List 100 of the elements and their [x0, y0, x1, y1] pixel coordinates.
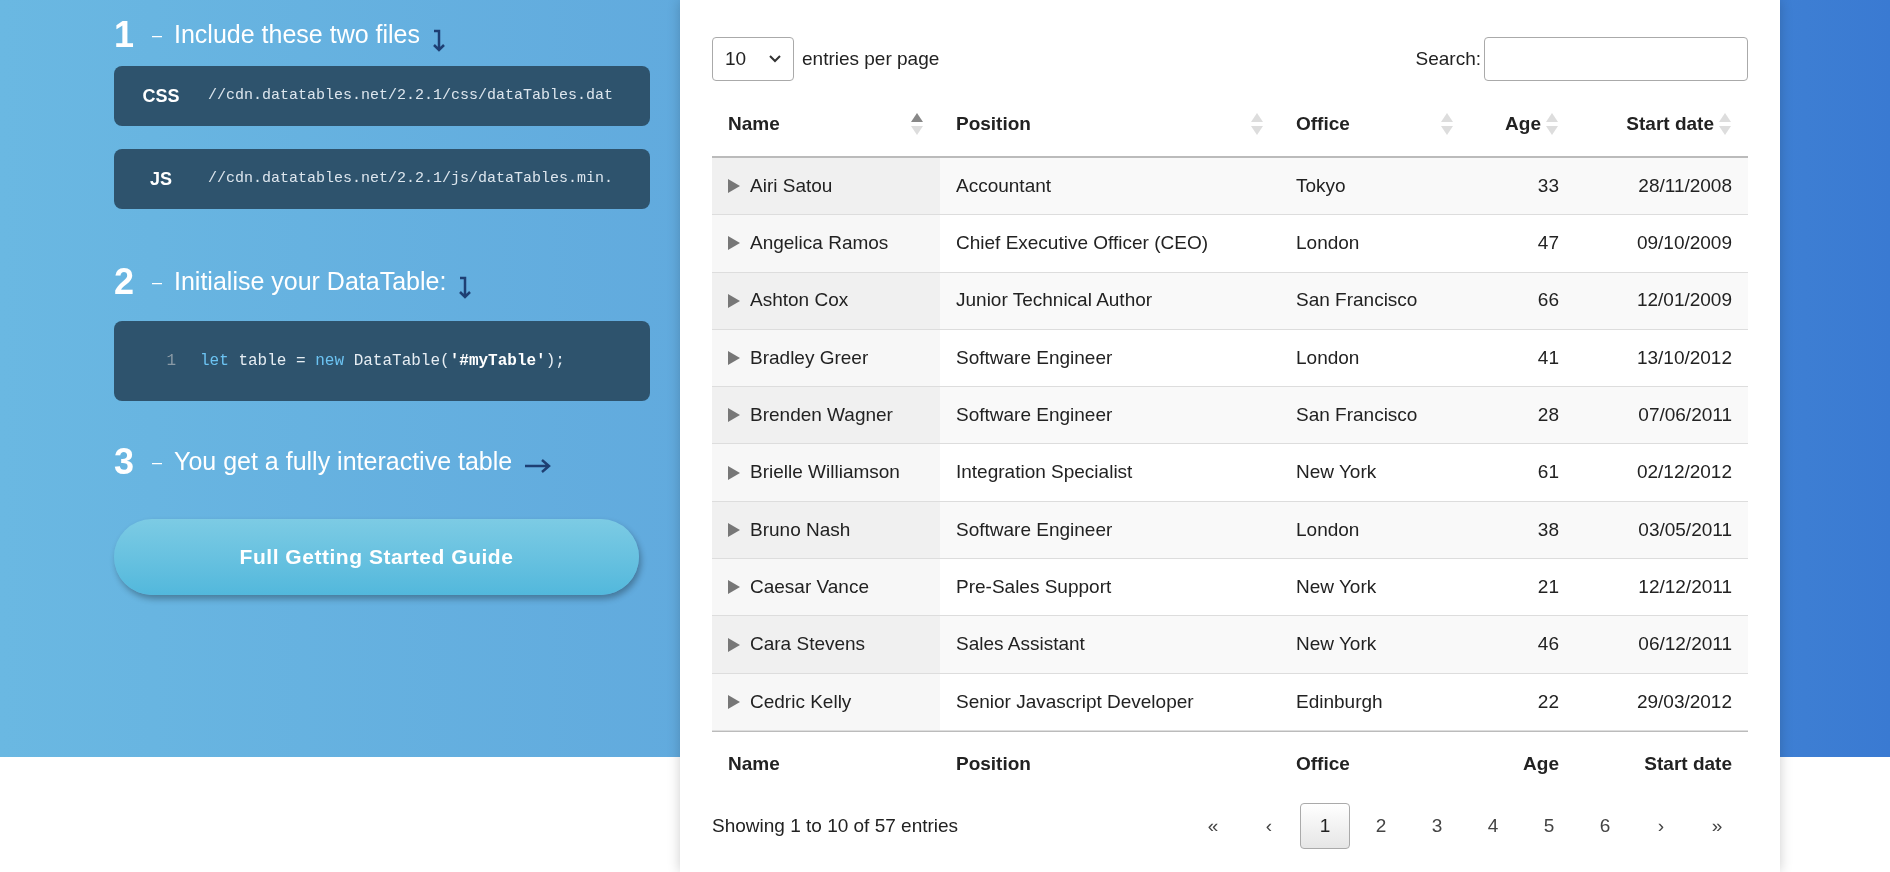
table-cell-text: 02/12/2012 — [1636, 460, 1732, 485]
column-footer: Office — [1296, 750, 1350, 779]
chevron-down-icon — [769, 55, 781, 63]
column-footer: Age — [1523, 750, 1559, 779]
table-cell-text: 33 — [1537, 173, 1559, 198]
page-length-label: entries per page — [802, 46, 940, 71]
down-arrow-icon — [458, 276, 473, 300]
column-header[interactable]: Position — [940, 92, 1280, 156]
step-dash: – — [152, 23, 162, 47]
column-footer: Position — [956, 750, 1031, 779]
table-cell-text: 66 — [1537, 288, 1559, 313]
file-type-label: CSS — [141, 84, 181, 108]
table-cell-text: Software Engineer — [956, 403, 1113, 428]
step-dash: – — [152, 450, 162, 474]
table-cell-text: New York — [1296, 460, 1377, 485]
pagination-button[interactable]: › — [1636, 802, 1686, 849]
expand-triangle-icon[interactable] — [728, 351, 740, 366]
table-cell-text: 47 — [1537, 231, 1559, 256]
pagination-button[interactable]: 5 — [1524, 802, 1574, 849]
right-arrow-icon — [524, 458, 553, 474]
pagination-button[interactable]: « — [1188, 802, 1238, 849]
step-title: Include these two files — [174, 19, 420, 51]
table-cell-text: 07/06/2011 — [1638, 403, 1732, 428]
table-cell-text: Pre-Sales Support — [956, 574, 1112, 599]
column-header[interactable]: Office — [1280, 92, 1470, 156]
table-cell-text: Cedric Kelly — [750, 689, 852, 714]
table-cell-text: San Francisco — [1296, 288, 1418, 313]
table-cell-text: Angelica Ramos — [750, 231, 889, 256]
pagination-button[interactable]: ‹ — [1244, 802, 1294, 849]
table-cell-text: 12/01/2009 — [1636, 288, 1732, 313]
table-cell-text: Ashton Cox — [750, 288, 849, 313]
table-cell-text: London — [1296, 345, 1360, 370]
table-cell-text: 22 — [1537, 689, 1559, 714]
step-number: 1 — [114, 13, 136, 57]
pagination-button[interactable]: 1 — [1300, 802, 1350, 849]
table-cell-text: 46 — [1537, 632, 1559, 657]
table-cell-text: New York — [1296, 632, 1377, 657]
table-cell-text: Junior Technical Author — [956, 288, 1153, 313]
table-cell-text: New York — [1296, 574, 1377, 599]
expand-triangle-icon[interactable] — [728, 408, 740, 423]
table-cell-text: 28 — [1537, 403, 1559, 428]
table-cell-text: Edinburgh — [1296, 689, 1383, 714]
table-cell-text: 12/12/2011 — [1638, 574, 1732, 599]
down-arrow-icon — [432, 29, 446, 53]
step-number: 2 — [114, 260, 136, 304]
table-cell-text: Caesar Vance — [750, 574, 869, 599]
table-cell-text: 61 — [1537, 460, 1559, 485]
expand-triangle-icon[interactable] — [728, 293, 740, 308]
expand-triangle-icon[interactable] — [728, 580, 740, 595]
cdn-url: //cdn.datatables.net/2.2.1/css/dataTables.dat — [208, 85, 614, 106]
pagination-button[interactable]: » — [1692, 802, 1742, 849]
expand-triangle-icon[interactable] — [728, 522, 740, 537]
table-cell-text: 38 — [1537, 517, 1559, 542]
pagination-button[interactable]: 4 — [1468, 802, 1518, 849]
code-line: let table = new DataTable('#myTable'); — [200, 351, 565, 372]
pagination-button[interactable]: 2 — [1356, 802, 1406, 849]
expand-triangle-icon[interactable] — [728, 694, 740, 709]
expand-triangle-icon[interactable] — [728, 179, 740, 194]
table-info: Showing 1 to 10 of 57 entries — [712, 813, 959, 838]
column-header[interactable]: Start date — [1575, 92, 1748, 156]
table-cell-text: London — [1296, 231, 1360, 256]
column-footer: Name — [728, 750, 780, 779]
expand-triangle-icon[interactable] — [728, 637, 740, 652]
pagination-button[interactable]: 3 — [1412, 802, 1462, 849]
file-type-label: JS — [149, 167, 173, 191]
table-cell-text: 41 — [1537, 345, 1559, 370]
table-cell-text: 06/12/2011 — [1638, 632, 1732, 657]
expand-triangle-icon[interactable] — [728, 236, 740, 251]
line-number: 1 — [165, 351, 177, 372]
step-number: 3 — [114, 440, 136, 484]
table-cell-text: Bruno Nash — [750, 517, 851, 542]
column-header[interactable]: Name — [712, 92, 940, 156]
table-cell-text: San Francisco — [1296, 403, 1418, 428]
cdn-url: //cdn.datatables.net/2.2.1/js/dataTables.min. — [208, 168, 614, 189]
table-cell-text: Software Engineer — [956, 517, 1113, 542]
pagination-button[interactable]: 6 — [1580, 802, 1630, 849]
page-length-select[interactable]: 10 — [712, 37, 794, 81]
table-cell-text: 28/11/2008 — [1638, 173, 1732, 198]
table-cell-text: 29/03/2012 — [1636, 689, 1732, 714]
search-label: Search: — [1415, 46, 1481, 71]
table-cell-text: Airi Satou — [750, 173, 833, 198]
table-cell-text: Accountant — [956, 173, 1052, 198]
step-dash: – — [152, 270, 162, 294]
table-cell-text: London — [1296, 517, 1360, 542]
table-cell-text: Software Engineer — [956, 345, 1113, 370]
table-cell-text: 21 — [1537, 574, 1559, 599]
table-cell-text: Senior Javascript Developer — [956, 689, 1194, 714]
table-cell-text: Bradley Greer — [750, 345, 869, 370]
table-cell-text: Sales Assistant — [956, 632, 1085, 657]
step-title: You get a fully interactive table — [174, 446, 513, 478]
table-cell-text: Integration Specialist — [956, 460, 1133, 485]
table-cell-text: 09/10/2009 — [1636, 231, 1732, 256]
step-title: Initialise your DataTable: — [174, 266, 447, 298]
search-field[interactable] — [1484, 37, 1748, 81]
table-cell-text: Brielle Williamson — [750, 460, 900, 485]
expand-triangle-icon[interactable] — [728, 465, 740, 480]
table-cell-text: Cara Stevens — [750, 632, 866, 657]
table-cell-text: 13/10/2012 — [1636, 345, 1732, 370]
column-header[interactable]: Age — [1470, 92, 1575, 156]
table-cell-text: 03/05/2011 — [1638, 517, 1732, 542]
